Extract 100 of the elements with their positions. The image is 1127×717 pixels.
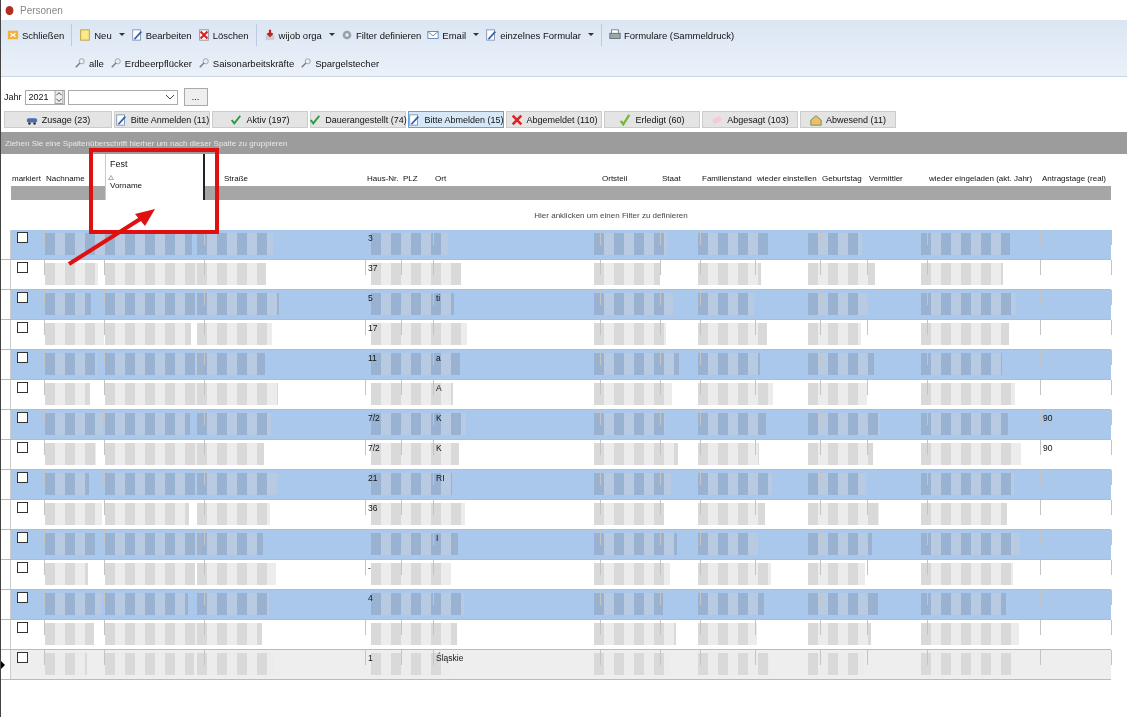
- column-header[interactable]: wieder einstellen: [756, 174, 821, 184]
- tab[interactable]: Aktiv (197): [212, 111, 308, 128]
- caret-icon: [587, 33, 594, 37]
- toolbar-button[interactable]: Filter definieren: [337, 27, 425, 43]
- table-cell: 5: [368, 292, 373, 303]
- column-header[interactable]: PLZ: [402, 174, 434, 184]
- toolbar-button[interactable]: Schließen: [4, 27, 68, 43]
- magnifier-icon: [109, 57, 122, 69]
- table-cell: K: [436, 442, 442, 453]
- checkbox[interactable]: [17, 442, 28, 453]
- filter-button[interactable]: Saisonarbeitskräfte: [194, 55, 298, 71]
- pixelated-redaction: [45, 383, 90, 405]
- band-header[interactable]: Fest: [110, 159, 128, 169]
- checkbox[interactable]: [17, 592, 28, 603]
- toolbar-button[interactable]: Email: [424, 27, 483, 43]
- dropdown-field[interactable]: [67, 89, 178, 105]
- tab[interactable]: Abgesagt (103): [702, 111, 798, 128]
- pixelated-redaction: [808, 383, 867, 405]
- checkbox[interactable]: [17, 232, 28, 243]
- pixelated-redaction: [45, 413, 103, 435]
- column-header[interactable]: Ortsteil: [601, 174, 661, 184]
- toolbar-button[interactable]: einzelnes Formular: [482, 27, 597, 43]
- checkbox[interactable]: [17, 652, 28, 663]
- tab[interactable]: Bitte Anmelden (11): [114, 111, 210, 128]
- note-icon: [79, 29, 92, 41]
- pixelated-redaction: [808, 293, 868, 315]
- pixelated-redaction: [594, 413, 665, 435]
- current-row-icon: [1, 660, 5, 669]
- filter-button[interactable]: alle: [71, 55, 107, 71]
- checkbox[interactable]: [17, 472, 28, 483]
- column-header[interactable]: Nachname: [45, 174, 105, 184]
- column-header[interactable]: Antragstage (real): [1041, 174, 1112, 184]
- table-cell: 21: [368, 472, 378, 483]
- column-header[interactable]: wieder eingeladen (akt. Jahr): [928, 174, 1041, 184]
- row-header[interactable]: [1, 650, 11, 679]
- pixelated-redaction: [808, 503, 879, 525]
- window-title: Personen: [20, 4, 63, 16]
- checkbox[interactable]: [17, 562, 28, 573]
- checkbox[interactable]: [17, 262, 28, 273]
- column-header[interactable]: markiert: [11, 174, 45, 184]
- checkbox[interactable]: [17, 322, 28, 333]
- tab[interactable]: Dauerangestellt (74): [310, 111, 406, 128]
- sort-icon: [108, 175, 114, 180]
- pixelated-redaction: [698, 503, 765, 525]
- table-cell: 4: [368, 592, 373, 603]
- download-icon: [263, 29, 276, 41]
- column-header[interactable]: Familienstand: [701, 174, 756, 184]
- toolbar-button[interactable]: Löschen: [194, 27, 252, 43]
- pixelated-redaction: [808, 413, 880, 435]
- toolbar-button[interactable]: wijob orga: [260, 27, 338, 43]
- toolbar-button[interactable]: Bearbeiten: [127, 27, 195, 43]
- pixelated-redaction: [45, 263, 98, 285]
- filter-row[interactable]: Hier anklicken um einen Filter zu definieren: [11, 200, 1111, 230]
- house-icon: [810, 113, 823, 126]
- checkbox[interactable]: [17, 382, 28, 393]
- pixelated-redaction: [698, 293, 754, 315]
- pen-icon: [130, 29, 143, 41]
- pixelated-redaction: [594, 503, 664, 525]
- checkbox[interactable]: [17, 292, 28, 303]
- filter-button[interactable]: Erdbeerpflücker: [106, 55, 195, 71]
- column-header[interactable]: Haus-Nr.: [366, 174, 402, 184]
- tab[interactable]: Zusage (23): [4, 111, 112, 128]
- column-header[interactable]: Straße: [223, 174, 366, 184]
- table-cell: RI: [436, 472, 445, 483]
- pixelated-redaction: [698, 353, 760, 375]
- checkbox[interactable]: [17, 412, 28, 423]
- pixelated-redaction: [808, 263, 875, 285]
- column-header[interactable]: Vorname: [110, 181, 143, 191]
- browse-button[interactable]: ...: [183, 88, 208, 106]
- checkbox[interactable]: [17, 502, 28, 513]
- pixelated-redaction: [698, 653, 770, 675]
- tab[interactable]: Erledigt (60): [604, 111, 700, 128]
- tab[interactable]: Abgemeldet (110): [506, 111, 602, 128]
- column-header[interactable]: Geburtstag: [821, 174, 868, 184]
- pixelated-redaction: [808, 323, 861, 345]
- pixelated-redaction: [808, 473, 866, 495]
- table-cell: 7/2: [368, 412, 380, 423]
- pixelated-redaction: [808, 353, 874, 375]
- pixelated-redaction: [45, 623, 94, 645]
- checkbox[interactable]: [17, 532, 28, 543]
- table-cell: -: [368, 562, 371, 573]
- tab[interactable]: Bitte Abmelden (15): [408, 111, 504, 128]
- checkbox[interactable]: [17, 352, 28, 363]
- column-header[interactable]: Vermittler: [868, 174, 928, 184]
- check-icon: [230, 113, 243, 126]
- toolbar-button[interactable]: Neu: [76, 27, 128, 43]
- table-cell: Śląskie: [436, 652, 464, 663]
- pen-icon: [114, 113, 127, 126]
- pixelated-redaction: [808, 443, 873, 465]
- table-cell: 11: [368, 352, 377, 363]
- column-header[interactable]: Staat: [661, 174, 701, 184]
- checkbox[interactable]: [17, 622, 28, 633]
- column-header[interactable]: Ort: [434, 174, 601, 184]
- table-cell: ti: [436, 292, 441, 303]
- toolbar-button[interactable]: Formulare (Sammeldruck): [605, 27, 738, 43]
- pixelated-redaction: [808, 563, 865, 585]
- tab[interactable]: Abwesend (11): [800, 111, 896, 128]
- year-spinner[interactable]: 2021: [24, 89, 65, 105]
- close-icon: [7, 29, 19, 41]
- filter-button[interactable]: Spargelstecher: [297, 55, 383, 71]
